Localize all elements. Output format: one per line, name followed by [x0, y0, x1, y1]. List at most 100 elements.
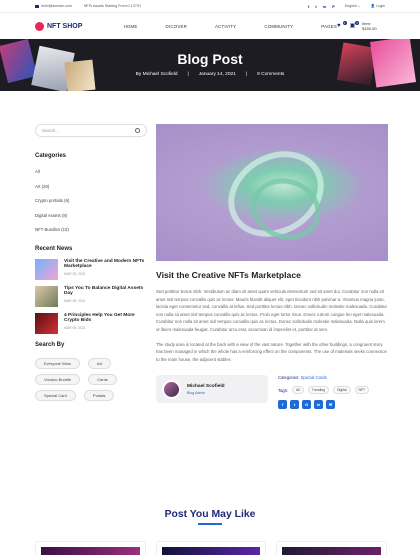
top-bar: hello@domain.com NFTs Assets Starting Fr… — [0, 0, 420, 12]
promo-text: NFTs Assets Starting From 0.1 ETH — [83, 4, 141, 8]
category-item[interactable]: Crypto portaits (6) — [35, 198, 147, 213]
google-icon[interactable]: G — [302, 400, 311, 410]
tag-chip[interactable]: Voodoo Bundle — [35, 373, 81, 385]
recent-news-item[interactable]: 4 Principles Help You Get More Crypto Bi… — [35, 312, 147, 340]
post-tag[interactable]: NFT — [354, 386, 370, 395]
user-icon: 👤 — [370, 4, 376, 8]
category-item[interactable]: Digital Assets (8) — [35, 213, 147, 228]
mail-icon — [35, 4, 39, 8]
wishlist-icon[interactable]: ♥ 0 — [337, 21, 347, 29]
heading-underline — [198, 523, 222, 525]
tag-chip[interactable]: Cards — [88, 373, 117, 385]
facebook-icon[interactable]: f — [278, 400, 287, 410]
post-comments[interactable]: 8 Comments — [257, 72, 284, 77]
logo[interactable]: NFT SHOP — [35, 21, 121, 31]
tag-chip[interactable]: Special Card — [35, 389, 76, 401]
related-post-card[interactable] — [155, 541, 267, 555]
twitter-icon[interactable]: t — [315, 4, 316, 9]
news-thumbnail[interactable] — [35, 285, 58, 307]
menu: HOME DICOVER ACTIVITY COMMUNITY PAGES — [124, 24, 337, 29]
post-footer: Michael Scofield Blog Admin Categories: … — [156, 375, 389, 410]
menu-item-discover[interactable]: DICOVER — [166, 24, 187, 29]
author-name: Michael Scofield — [187, 383, 225, 389]
page-title: Blog Post — [177, 51, 243, 67]
category-item[interactable]: Art (20) — [35, 184, 147, 199]
tag-chip[interactable]: Art — [87, 357, 112, 369]
twitter-icon[interactable]: t — [290, 400, 299, 410]
recent-news-heading: Recent News — [35, 245, 73, 252]
related-posts-heading: Post You May Like — [164, 509, 256, 520]
post-hero-image — [156, 124, 388, 261]
share-buttons: f t G in ✉ — [278, 400, 369, 410]
post-author: By Michael Scofield — [135, 72, 178, 77]
post-tag[interactable]: All — [292, 386, 304, 395]
meta-separator: | — [245, 72, 248, 77]
news-title[interactable]: Visit the Creative and Modern NFTs Marke… — [64, 259, 147, 270]
social-links: f t in P — [308, 4, 335, 9]
search-placeholder: Search... — [42, 128, 59, 133]
meta-separator: | — [187, 72, 189, 77]
linkedin-icon[interactable]: in — [314, 400, 323, 410]
menu-item-pages[interactable]: PAGES — [321, 24, 337, 29]
post-paragraph: Sed porttitor lectus nibh. Vestibulum ac… — [156, 289, 387, 332]
language-select[interactable]: English ⌄ — [345, 4, 361, 8]
news-thumbnail[interactable] — [35, 312, 58, 334]
chevron-down-icon: ⌄ — [357, 4, 361, 8]
main-nav: NFT SHOP HOME DICOVER ACTIVITY COMMUNITY… — [0, 12, 420, 39]
related-post-image[interactable] — [282, 547, 382, 555]
category-item[interactable]: NFT Bundles (10) — [35, 227, 147, 242]
categories-heading: Categories — [35, 153, 67, 159]
post-date: January 14, 2021 — [198, 72, 236, 77]
category-item[interactable]: All — [35, 169, 147, 184]
tag-cloud: Everyone Wins Art Voodoo Bundle Cards Sp… — [35, 357, 147, 401]
news-date: MAR 05, 2021 — [64, 325, 86, 330]
tags-label: Tags: — [278, 387, 289, 393]
related-posts — [35, 541, 388, 555]
recent-news-item[interactable]: Visit the Creative and Modern NFTs Marke… — [35, 258, 147, 286]
related-post-image[interactable] — [41, 547, 140, 555]
post-content: Visit the Creative NFTs Marketplace Sed … — [156, 124, 389, 410]
email-icon[interactable]: ✉ — [326, 400, 335, 410]
search-by-heading: Search By — [35, 341, 65, 348]
author-role: Blog Admin — [187, 390, 206, 395]
tag-chip[interactable]: Portals — [83, 389, 115, 401]
cart-icon[interactable]: ▣ 0 — [350, 21, 360, 29]
post-tag[interactable]: Digital — [333, 386, 351, 395]
tag-chip[interactable]: Everyone Wins — [35, 357, 80, 369]
news-date: MAR 05, 2021 — [64, 298, 86, 303]
menu-item-home[interactable]: HOME — [124, 24, 138, 29]
sidebar: Search... Categories All Art (20) Crypto… — [35, 124, 147, 401]
avatar — [162, 379, 181, 399]
pinterest-icon[interactable]: P — [332, 4, 335, 9]
post-paragraph: The study area is located at the back wi… — [156, 341, 388, 362]
related-post-card[interactable] — [276, 541, 388, 555]
post-meta: By Michael Scofield | January 14, 2021 | 8 C… — [0, 72, 420, 77]
cart-total: Item: $150.00 — [362, 21, 377, 31]
news-title[interactable]: 4 Principles Help You Get More Crypto Bi… — [64, 313, 147, 324]
category-list: All Art (20) Crypto portaits (6) Digital… — [35, 169, 147, 242]
post-title: Visit the Creative NFTs Marketplace — [156, 270, 301, 280]
search-icon[interactable] — [135, 128, 140, 133]
login-link[interactable]: 👤 Login — [371, 4, 385, 8]
post-taxonomy: Categories: Special Cards Tags: All Tren… — [278, 375, 370, 410]
categories-label: Categories: — [278, 375, 300, 381]
menu-item-community[interactable]: COMMUNITY — [264, 24, 293, 29]
email-link[interactable]: hello@domain.com — [35, 4, 72, 8]
news-date: MAR 05, 2021 — [64, 271, 86, 276]
news-thumbnail[interactable] — [35, 258, 58, 280]
search-input[interactable]: Search... — [35, 124, 147, 137]
related-post-image[interactable] — [161, 547, 261, 555]
facebook-icon[interactable]: f — [308, 4, 309, 9]
related-post-card[interactable] — [35, 541, 146, 555]
wishlist-badge: 0 — [342, 21, 347, 25]
menu-item-activity[interactable]: ACTIVITY — [215, 24, 236, 29]
post-tag[interactable]: Trending — [307, 386, 330, 395]
category-link[interactable]: Special Cards — [301, 375, 327, 380]
post-tags: Tags: All Trending Digital NFT — [278, 386, 370, 395]
recent-news-list: Visit the Creative and Modern NFTs Marke… — [35, 258, 147, 340]
news-title[interactable]: Tips You To Balance Digital Assets Day — [64, 286, 147, 297]
author-card[interactable]: Michael Scofield Blog Admin — [156, 375, 268, 404]
linkedin-icon[interactable]: in — [323, 4, 327, 9]
recent-news-item[interactable]: Tips You To Balance Digital Assets Day M… — [35, 285, 147, 313]
cart-badge: 0 — [355, 21, 360, 25]
